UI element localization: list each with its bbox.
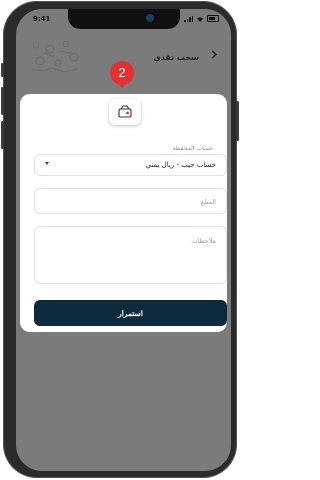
chevron-down-icon: [45, 162, 49, 165]
wifi-icon: [197, 16, 203, 22]
status-bar: 9:41: [16, 9, 231, 31]
withdraw-form-sheet: حساب المحفظة حساب جيب - ريال يمني المبلغ…: [20, 94, 227, 332]
screen: 9:41 سحب نقدي 2 حساب المحفظة حساب جيب - …: [16, 9, 231, 471]
power-button: [236, 101, 239, 141]
silent-switch: [1, 63, 4, 77]
wallet-account-select[interactable]: حساب جيب - ريال يمني: [34, 154, 227, 176]
step-badge: 2: [110, 61, 134, 85]
wallet-icon: [118, 105, 132, 118]
step-badge-pointer: [118, 83, 126, 88]
volume-down-button: [1, 121, 4, 149]
volume-up-button: [1, 87, 4, 115]
back-button[interactable]: [211, 50, 217, 62]
decorative-pattern: [31, 40, 79, 73]
wallet-icon-box: [109, 99, 141, 125]
wallet-account-value: حساب جيب - ريال يمني: [145, 161, 216, 169]
notes-textarea[interactable]: ملاحظات: [34, 226, 227, 284]
status-time: 9:41: [33, 15, 51, 23]
status-icons: [184, 15, 219, 22]
phone-frame: 9:41 سحب نقدي 2 حساب المحفظة حساب جيب - …: [1, 1, 239, 478]
page-title: سحب نقدي: [153, 53, 199, 62]
continue-button[interactable]: استمرار: [34, 300, 227, 326]
camera-icon: [146, 14, 154, 22]
amount-input[interactable]: المبلغ: [34, 188, 227, 214]
battery-icon: [207, 15, 219, 22]
notes-placeholder: ملاحظات: [191, 237, 216, 245]
amount-placeholder: المبلغ: [200, 198, 216, 206]
signal-icon: [184, 15, 193, 22]
wallet-account-label: حساب المحفظة: [172, 145, 213, 152]
chevron-right-icon: [211, 50, 217, 59]
notch: [68, 9, 180, 29]
